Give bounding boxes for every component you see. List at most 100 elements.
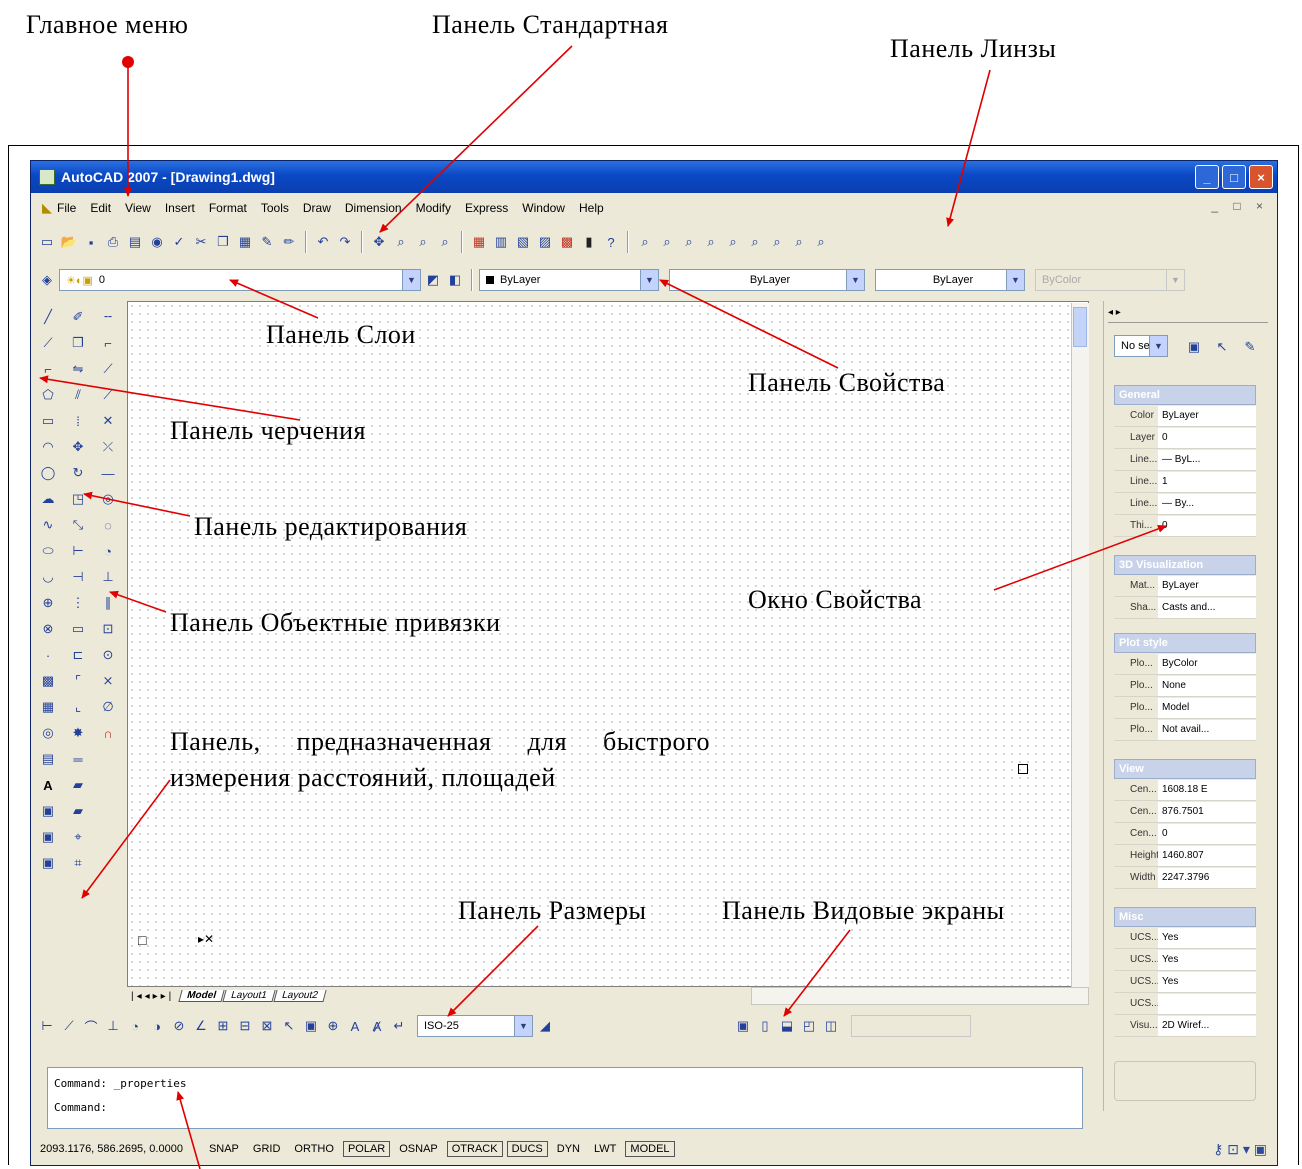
minimize-button[interactable]: _ <box>1195 165 1219 189</box>
table-icon[interactable]: ▤ <box>38 749 58 769</box>
scroll-thumb[interactable] <box>1073 307 1087 347</box>
status-otrack[interactable]: OTRACK <box>446 1141 503 1157</box>
command-line[interactable]: Command: _properties Command: <box>47 1067 1083 1129</box>
chevron-down-icon[interactable]: ▼ <box>846 270 864 290</box>
aligned-dim-icon[interactable]: ⟋ <box>59 1016 79 1036</box>
menu-view[interactable]: View <box>125 201 151 215</box>
props-row[interactable]: Color ByLayer <box>1114 405 1256 427</box>
angular-dim-icon[interactable]: ∠ <box>191 1016 211 1036</box>
props-row[interactable]: Line... 1 <box>1114 471 1256 493</box>
document-window-buttons[interactable]: _ □ × <box>1211 199 1269 213</box>
multiline-text-icon[interactable]: A <box>38 775 58 795</box>
props-row[interactable]: Layer 0 <box>1114 427 1256 449</box>
leader-icon[interactable]: ↖ <box>279 1016 299 1036</box>
markup-icon[interactable]: ▩ <box>557 232 577 252</box>
copy-object-icon[interactable]: ❐ <box>68 333 88 353</box>
break-at-point-icon[interactable]: ⋮ <box>68 593 88 613</box>
paste-icon[interactable]: ▦ <box>235 232 255 252</box>
tab-layout2[interactable]: Layout2 <box>273 990 326 1002</box>
redo-icon[interactable]: ↷ <box>335 232 355 252</box>
undo-icon[interactable]: ↶ <box>313 232 333 252</box>
status-polar[interactable]: POLAR <box>342 1141 391 1157</box>
rectangle-icon[interactable]: ▭ <box>38 411 58 431</box>
jogged-dim-icon[interactable]: ◑ <box>147 1016 167 1036</box>
radius-dim-icon[interactable]: ◔ <box>125 1016 145 1036</box>
status-ducs[interactable]: DUCS <box>506 1141 548 1157</box>
arc-length-icon[interactable]: ⌒ <box>81 1016 101 1036</box>
props-row[interactable]: UCS... <box>1114 993 1256 1015</box>
snap-midpoint-icon[interactable]: ⟋ <box>98 385 118 405</box>
ellipse-arc-icon[interactable]: ◡ <box>38 567 58 587</box>
props-row[interactable]: Mat... ByLayer <box>1114 575 1256 597</box>
zoom-realtime-icon[interactable]: ⌕ <box>391 232 411 252</box>
rotate-icon[interactable]: ↻ <box>68 463 88 483</box>
chevron-down-icon[interactable]: ▼ <box>402 270 420 290</box>
chevron-down-icon[interactable]: ▼ <box>1149 336 1167 356</box>
ordinate-dim-icon[interactable]: ⊥ <box>103 1016 123 1036</box>
vertical-scrollbar[interactable] <box>1071 303 1089 987</box>
props-selection-combo[interactable]: No se ▼ <box>1114 335 1168 357</box>
snap-apparent-intersection-icon[interactable]: ⤫ <box>98 437 118 457</box>
tab-nav-arrows[interactable]: |◂◂▸▸| <box>131 991 174 1002</box>
move-icon[interactable]: ✥ <box>68 437 88 457</box>
properties-icon[interactable]: ▦ <box>469 232 489 252</box>
title-bar[interactable]: AutoCAD 2007 - [Drawing1.dwg] _ □ × <box>31 161 1277 193</box>
autocad-menu-icon[interactable]: ◣ <box>37 198 57 218</box>
props-row[interactable]: Plo... None <box>1114 675 1256 697</box>
command-prompt[interactable]: Command: <box>54 1096 1076 1120</box>
region-icon[interactable]: ◎ <box>38 723 58 743</box>
coordinates-readout[interactable]: 2093.1176, 586.2695, 0.0000 <box>35 1141 188 1157</box>
menu-modify[interactable]: Modify <box>416 201 451 215</box>
props-group-header[interactable]: 3D Visualization <box>1114 555 1256 575</box>
props-row[interactable]: Plo... Not avail... <box>1114 719 1256 741</box>
props-row[interactable]: UCS... Yes <box>1114 927 1256 949</box>
menu-tools[interactable]: Tools <box>261 201 289 215</box>
snap-parallel-icon[interactable]: ∥ <box>98 593 118 613</box>
tab-model[interactable]: Model <box>178 990 225 1002</box>
layer-previous-icon[interactable]: ◧ <box>445 270 465 290</box>
lineweight-combo[interactable]: ByLayer ▼ <box>875 269 1025 291</box>
color-combo[interactable]: ByLayer ▼ <box>479 269 659 291</box>
zoom-object-icon[interactable]: ⌕ <box>723 232 743 252</box>
menu-dimension[interactable]: Dimension <box>345 201 402 215</box>
area-icon[interactable]: ▰ <box>68 775 88 795</box>
props-row[interactable]: UCS... Yes <box>1114 971 1256 993</box>
match-properties-icon[interactable]: ✎ <box>257 232 277 252</box>
props-row[interactable]: Cen... 0 <box>1114 823 1256 845</box>
props-row[interactable]: Plo... Model <box>1114 697 1256 719</box>
chamfer-icon[interactable]: ⌜ <box>68 671 88 691</box>
dim-style-combo[interactable]: ISO-25 ▼ <box>417 1015 533 1037</box>
linear-dim-icon[interactable]: ⊢ <box>37 1016 57 1036</box>
open-icon[interactable]: 📂 <box>59 232 79 252</box>
clip-viewport-icon[interactable]: ◫ <box>821 1016 841 1036</box>
spell-icon[interactable]: ✓ <box>169 232 189 252</box>
dim-style-icon[interactable]: ◢ <box>535 1016 555 1036</box>
menu-express[interactable]: Express <box>465 201 508 215</box>
tray-icons[interactable]: ⚷ ⊡ ▾ ▣ <box>1213 1141 1267 1158</box>
props-group-header[interactable]: Misc <box>1114 907 1256 927</box>
pan-icon[interactable]: ✥ <box>369 232 389 252</box>
tolerance-icon[interactable]: ▣ <box>301 1016 321 1036</box>
snap-quadrant-icon[interactable]: ◌ <box>98 515 118 535</box>
status-lwt[interactable]: LWT <box>589 1141 621 1157</box>
pickadd-icon[interactable]: ✎ <box>1240 337 1260 357</box>
props-row[interactable]: UCS... Yes <box>1114 949 1256 971</box>
circle-icon[interactable]: ◯ <box>38 463 58 483</box>
list-icon[interactable]: ▰ <box>68 801 88 821</box>
make-block-icon[interactable]: ⊗ <box>38 619 58 639</box>
zoom-extents-icon[interactable]: ⌕ <box>811 232 831 252</box>
osnap-settings-icon[interactable]: ∩ <box>98 723 118 743</box>
zoom-all-icon[interactable]: ⌕ <box>789 232 809 252</box>
polygonal-viewport-icon[interactable]: ⬓ <box>777 1016 797 1036</box>
point-icon[interactable]: · <box>38 645 58 665</box>
extend-icon[interactable]: ⊣ <box>68 567 88 587</box>
single-viewport-icon[interactable]: ▯ <box>755 1016 775 1036</box>
zoom-out-icon[interactable]: ⌕ <box>767 232 787 252</box>
snap-center-icon[interactable]: ◎ <box>98 489 118 509</box>
plot-icon[interactable]: ⎙ <box>103 232 123 252</box>
status-grid[interactable]: GRID <box>248 1141 286 1157</box>
revision-cloud-icon[interactable]: ☁ <box>38 489 58 509</box>
zoom-window-icon[interactable]: ⌕ <box>413 232 433 252</box>
locate-point-icon[interactable]: ⌖ <box>68 827 88 847</box>
ellipse-icon[interactable]: ⬭ <box>38 541 58 561</box>
